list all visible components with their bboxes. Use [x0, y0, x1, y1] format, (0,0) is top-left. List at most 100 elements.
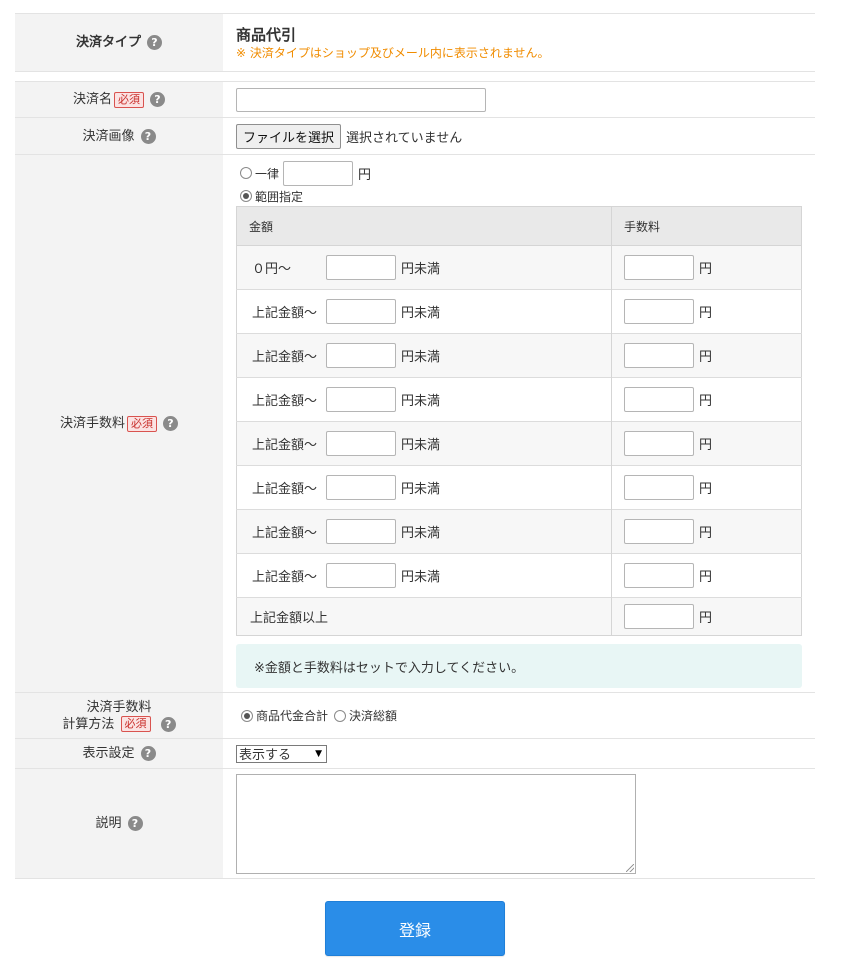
calc-option2-radio[interactable] — [334, 709, 347, 722]
help-icon[interactable]: ? — [160, 716, 176, 732]
table-row: 上記金額～ 円未満 円 — [236, 509, 802, 554]
payment-type-label: 決済タイプ — [75, 35, 141, 50]
flat-fee-input[interactable] — [283, 160, 354, 186]
calc-option1-radio[interactable] — [241, 709, 253, 722]
file-status: 選択されていません — [346, 130, 463, 146]
payment-type-note: ※ 決済タイプはショップ及びメール内に表示されません。 — [236, 45, 550, 60]
under-unit: 円未満 — [401, 262, 441, 277]
payment-name-row: 決済名 必須 ? — [15, 81, 815, 117]
display-setting-value-cell: 表示する ▼ — [223, 739, 815, 768]
payment-name-input[interactable] — [236, 87, 486, 112]
calc-method-label-line2: 計算方法 — [62, 716, 115, 732]
required-badge: 必須 — [127, 415, 157, 432]
fee-unit: 円 — [699, 350, 713, 365]
fee-label-cell: 決済手数料 必須 ? — [15, 155, 223, 692]
payment-type-value: 商品代引 — [236, 25, 297, 44]
chevron-down-icon: ▼ — [315, 748, 322, 759]
under-unit: 円未満 — [401, 306, 441, 321]
display-select-value: 表示する — [239, 748, 292, 763]
range-max-input[interactable] — [326, 299, 396, 324]
table-row: 上記金額～ 円未満 円 — [236, 553, 802, 598]
fee-unit: 円 — [699, 482, 713, 497]
display-select[interactable]: 表示する ▼ — [236, 744, 327, 763]
range-max-input[interactable] — [326, 343, 396, 368]
under-unit: 円未満 — [401, 438, 441, 453]
required-badge: 必須 — [120, 716, 151, 732]
description-textarea[interactable] — [236, 773, 636, 874]
fee-row: 決済手数料 必須 ? 一律 円 範囲指定 金額 手数料 ０円～ 円未満 円 上記… — [15, 154, 815, 692]
range-fee-input[interactable] — [624, 387, 694, 412]
range-fee-input[interactable] — [624, 475, 694, 500]
table-row: 上記金額～ 円未満 円 — [236, 377, 802, 422]
col-fee: 手数料 — [611, 206, 802, 246]
payment-image-label-cell: 決済画像 ? — [15, 118, 223, 154]
range-fee-input[interactable] — [624, 604, 694, 629]
payment-image-label: 決済画像 — [82, 128, 135, 144]
range-fee-input[interactable] — [624, 299, 694, 324]
range-max-input[interactable] — [326, 431, 396, 456]
range-max-input[interactable] — [326, 519, 396, 544]
range-max-input[interactable] — [326, 255, 396, 280]
payment-image-value-cell: ファイルを選択 選択されていません — [223, 118, 815, 154]
under-unit: 円未満 — [401, 350, 441, 365]
fee-unit: 円 — [699, 438, 713, 453]
range-start-label: 上記金額～ — [252, 482, 318, 497]
description-value-cell — [223, 769, 815, 878]
help-icon[interactable]: ? — [127, 816, 143, 831]
under-unit: 円未満 — [401, 394, 441, 409]
display-setting-label: 表示設定 — [82, 746, 135, 761]
calc-method-value-cell: 商品代金合計 決済総額 — [223, 693, 815, 738]
resize-grip-icon[interactable] — [626, 863, 634, 872]
help-icon[interactable]: ? — [147, 35, 162, 50]
display-setting-row: 表示設定 ? 表示する ▼ — [15, 738, 815, 768]
payment-name-label: 決済名 — [72, 92, 112, 107]
help-icon[interactable]: ? — [163, 416, 178, 431]
col-amount: 金額 — [236, 206, 612, 246]
description-label-cell: 説明 ? — [15, 769, 223, 878]
help-icon[interactable]: ? — [140, 128, 156, 144]
flat-radio[interactable] — [240, 167, 252, 179]
range-start-label: 上記金額～ — [252, 438, 318, 453]
range-fee-input[interactable] — [624, 343, 694, 368]
table-row: 上記金額～ 円未満 円 — [236, 289, 802, 334]
choose-file-button[interactable]: ファイルを選択 — [236, 123, 342, 149]
range-max-input[interactable] — [326, 475, 396, 500]
flat-radio-label: 一律 — [255, 166, 280, 181]
fee-unit: 円 — [699, 262, 713, 277]
calc-option1-label: 商品代金合計 — [256, 709, 329, 723]
section-gap — [15, 71, 815, 81]
fee-unit: 円 — [699, 394, 713, 409]
required-badge: 必須 — [114, 91, 144, 108]
payment-name-label-cell: 決済名 必須 ? — [15, 82, 223, 117]
table-row: 上記金額以上 円 — [236, 597, 802, 636]
last-row-label: 上記金額以上 — [250, 611, 329, 626]
help-icon[interactable]: ? — [150, 92, 165, 107]
description-label: 説明 — [95, 816, 122, 831]
flat-option: 一律 円 — [236, 160, 371, 186]
payment-type-label-cell: 決済タイプ ? — [15, 14, 223, 71]
fee-unit: 円 — [699, 611, 713, 626]
fee-value-cell: 一律 円 範囲指定 金額 手数料 ０円～ 円未満 円 上記金額～ 円未満 円 上… — [223, 155, 815, 692]
range-start-label: ０円～ — [252, 262, 292, 277]
range-max-input[interactable] — [326, 563, 396, 588]
range-fee-input[interactable] — [624, 255, 694, 280]
fee-range-table: 金額 手数料 ０円～ 円未満 円 上記金額～ 円未満 円 上記金額～ 円未満 円 上記… — [236, 206, 802, 636]
payment-type-row: 決済タイプ ? 商品代引 ※ 決済タイプはショップ及びメール内に表示されません。 — [15, 13, 815, 71]
range-start-label: 上記金額～ — [252, 306, 318, 321]
range-start-label: 上記金額～ — [252, 350, 318, 365]
fee-notice: ※金額と手数料はセットで入力してください。 — [236, 644, 802, 688]
range-fee-input[interactable] — [624, 563, 694, 588]
submit-button[interactable]: 登録 — [325, 901, 505, 956]
calc-method-label-line1: 決済手数料 — [86, 699, 152, 715]
range-radio[interactable] — [240, 190, 252, 202]
fee-unit: 円 — [699, 570, 713, 585]
flat-unit: 円 — [358, 167, 372, 183]
range-option: 範囲指定 — [236, 186, 303, 206]
calc-method-row: 決済手数料 計算方法 必須 ? 商品代金合計 決済総額 — [15, 692, 815, 738]
range-fee-input[interactable] — [624, 431, 694, 456]
range-max-input[interactable] — [326, 387, 396, 412]
range-fee-input[interactable] — [624, 519, 694, 544]
help-icon[interactable]: ? — [140, 746, 156, 761]
payment-name-value-cell — [223, 82, 815, 117]
range-start-label: 上記金額～ — [252, 570, 318, 585]
